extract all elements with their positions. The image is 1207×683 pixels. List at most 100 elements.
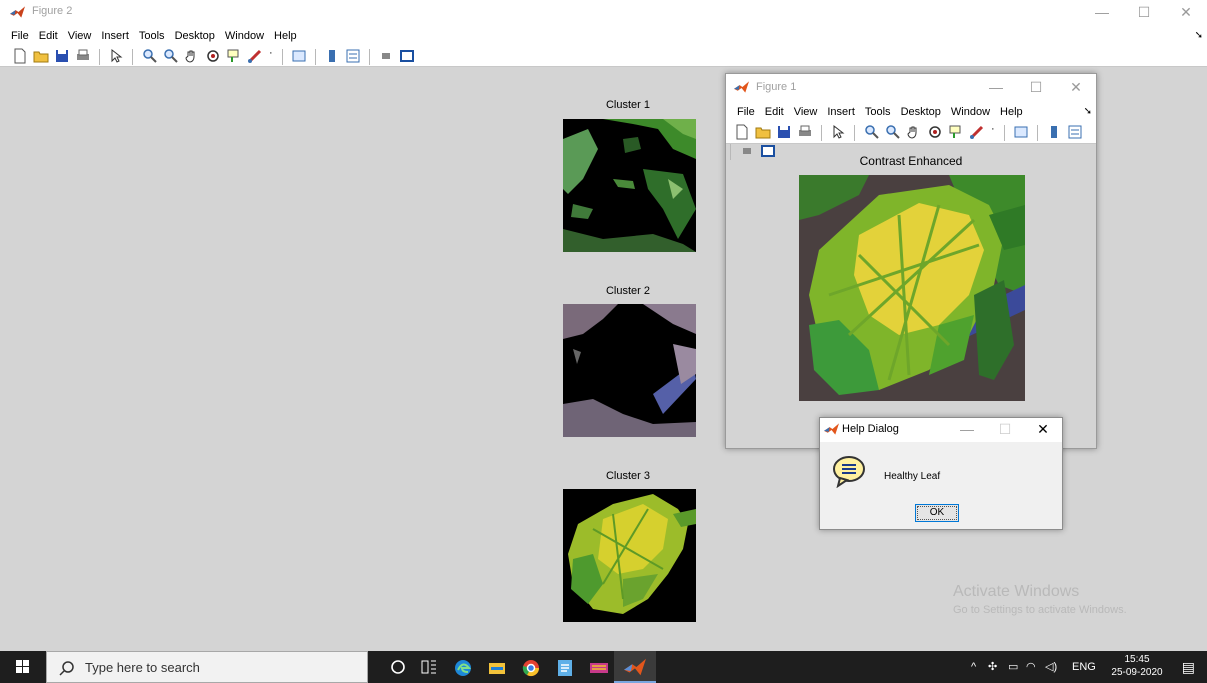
help-dialog-titlebar[interactable]: Help Dialog — ☐ ✕ xyxy=(820,418,1062,442)
figure1-toolbar: · xyxy=(726,122,1096,160)
menu-edit[interactable]: Edit xyxy=(760,102,789,122)
maximize-button[interactable]: ☐ xyxy=(1123,0,1165,26)
ok-button[interactable]: OK xyxy=(915,504,959,522)
minimize-button[interactable]: — xyxy=(948,418,986,442)
close-button[interactable]: ✕ xyxy=(1024,418,1062,442)
save-icon[interactable] xyxy=(53,47,71,65)
network-tray-icon[interactable]: ✣ xyxy=(988,651,997,683)
brush-icon[interactable] xyxy=(968,123,986,141)
matlab-icon xyxy=(624,658,646,676)
figure2-title: Figure 2 xyxy=(32,5,73,17)
print-icon[interactable] xyxy=(74,47,92,65)
cluster3-image xyxy=(563,489,696,622)
print-icon[interactable] xyxy=(796,123,814,141)
legend-icon[interactable] xyxy=(344,47,362,65)
matlab-taskbar-button[interactable] xyxy=(614,651,656,683)
dock-arrow-icon[interactable]: ➘ xyxy=(1195,30,1203,41)
clock-date: 25-09-2020 xyxy=(1111,667,1163,678)
open-file-icon[interactable] xyxy=(754,123,772,141)
open-file-icon[interactable] xyxy=(32,47,50,65)
menu-file[interactable]: File xyxy=(6,26,34,46)
data-cursor-icon[interactable] xyxy=(947,123,965,141)
menu-insert[interactable]: Insert xyxy=(822,102,860,122)
search-icon xyxy=(59,661,74,676)
speech-bubble-info-icon xyxy=(833,456,865,488)
pointer-icon[interactable] xyxy=(107,47,125,65)
colorbar-icon[interactable] xyxy=(1045,123,1063,141)
taskbar: Type here to search ^ ✣ ▭ ◠ ◁) ENG 15:45… xyxy=(0,651,1207,683)
taskbar-search-box[interactable]: Type here to search xyxy=(46,651,368,683)
zoom-out-icon[interactable] xyxy=(162,47,180,65)
menu-edit[interactable]: Edit xyxy=(34,26,63,46)
maximize-button: ☐ xyxy=(998,421,1012,437)
menu-help[interactable]: Help xyxy=(995,102,1028,122)
zoom-in-icon[interactable] xyxy=(141,47,159,65)
menu-desktop[interactable]: Desktop xyxy=(896,102,946,122)
taskbar-clock[interactable]: 15:45 25-09-2020 xyxy=(1109,653,1165,679)
watermark-line1: Activate Windows xyxy=(953,583,1080,600)
figure1-titlebar[interactable]: Figure 1 — ☐ ✕ xyxy=(726,74,1096,102)
pan-icon[interactable] xyxy=(905,123,923,141)
minimize-button[interactable]: — xyxy=(976,74,1016,102)
language-indicator[interactable]: ENG xyxy=(1072,651,1096,683)
save-icon[interactable] xyxy=(775,123,793,141)
new-figure-icon[interactable] xyxy=(733,123,751,141)
figure2-menubar: File Edit View Insert Tools Desktop Window Help… xyxy=(0,26,1207,46)
rotate-icon[interactable] xyxy=(926,123,944,141)
chrome-icon xyxy=(522,660,540,677)
close-button[interactable]: ✕ xyxy=(1056,74,1096,102)
minimize-button[interactable]: — xyxy=(1081,0,1123,26)
link-plot-icon[interactable] xyxy=(1012,123,1030,141)
new-figure-icon[interactable] xyxy=(11,47,29,65)
start-button[interactable] xyxy=(0,651,46,683)
show-plot-tools-icon[interactable] xyxy=(398,47,416,65)
battery-tray-icon[interactable]: ▭ xyxy=(1008,651,1018,683)
pan-icon[interactable] xyxy=(183,47,201,65)
colorbar-icon[interactable] xyxy=(323,47,341,65)
brush-icon[interactable] xyxy=(246,47,264,65)
folder-icon xyxy=(489,663,505,674)
help-dialog: Help Dialog — ☐ ✕ Healthy Leaf OK xyxy=(819,417,1063,530)
close-button[interactable]: ✕ xyxy=(1165,0,1207,26)
wifi-tray-icon[interactable]: ◠ xyxy=(1026,651,1036,683)
zoom-out-icon[interactable] xyxy=(884,123,902,141)
show-hidden-icons-button[interactable]: ^ xyxy=(971,651,976,683)
menu-file[interactable]: File xyxy=(732,102,760,122)
menu-window[interactable]: Window xyxy=(946,102,995,122)
task-view-icon xyxy=(421,660,436,674)
notification-center-button[interactable]: ▤ xyxy=(1182,651,1195,683)
menu-tools[interactable]: Tools xyxy=(860,102,896,122)
menu-tools[interactable]: Tools xyxy=(134,26,170,46)
notepad-icon xyxy=(558,660,572,676)
watermark-line2: Go to Settings to activate Windows. xyxy=(953,604,1127,616)
matlab-icon xyxy=(824,423,839,435)
menu-view[interactable]: View xyxy=(63,26,97,46)
data-cursor-icon[interactable] xyxy=(225,47,243,65)
menu-view[interactable]: View xyxy=(789,102,823,122)
cluster1-image xyxy=(563,119,696,252)
volume-tray-icon[interactable]: ◁) xyxy=(1045,651,1057,683)
brush-dropdown-icon[interactable]: · xyxy=(267,47,275,65)
cortana-icon xyxy=(391,660,405,674)
contrast-enhanced-image xyxy=(799,175,1025,401)
brush-dropdown-icon[interactable]: · xyxy=(989,123,997,141)
menu-window[interactable]: Window xyxy=(220,26,269,46)
link-plot-icon[interactable] xyxy=(290,47,308,65)
hide-plot-tools-icon[interactable] xyxy=(377,47,395,65)
maximize-button[interactable]: ☐ xyxy=(1016,74,1056,102)
matlab-icon xyxy=(10,6,25,18)
cluster3-title: Cluster 3 xyxy=(605,470,651,482)
menu-desktop[interactable]: Desktop xyxy=(170,26,220,46)
dock-arrow-icon[interactable]: ➘ xyxy=(1084,106,1092,117)
zoom-in-icon[interactable] xyxy=(863,123,881,141)
menu-help[interactable]: Help xyxy=(269,26,302,46)
legend-icon[interactable] xyxy=(1066,123,1084,141)
menu-insert[interactable]: Insert xyxy=(96,26,134,46)
rotate-icon[interactable] xyxy=(204,47,222,65)
figure1-menubar: File Edit View Insert Tools Desktop Window Help… xyxy=(726,102,1096,122)
figure1-window: Figure 1 — ☐ ✕ File Edit View Insert Tools De… xyxy=(725,73,1097,449)
edge-icon xyxy=(455,660,472,676)
pointer-icon[interactable] xyxy=(829,123,847,141)
figure2-titlebar[interactable]: Figure 2 — ☐ ✕ xyxy=(0,0,1207,26)
search-placeholder: Type here to search xyxy=(85,660,200,675)
